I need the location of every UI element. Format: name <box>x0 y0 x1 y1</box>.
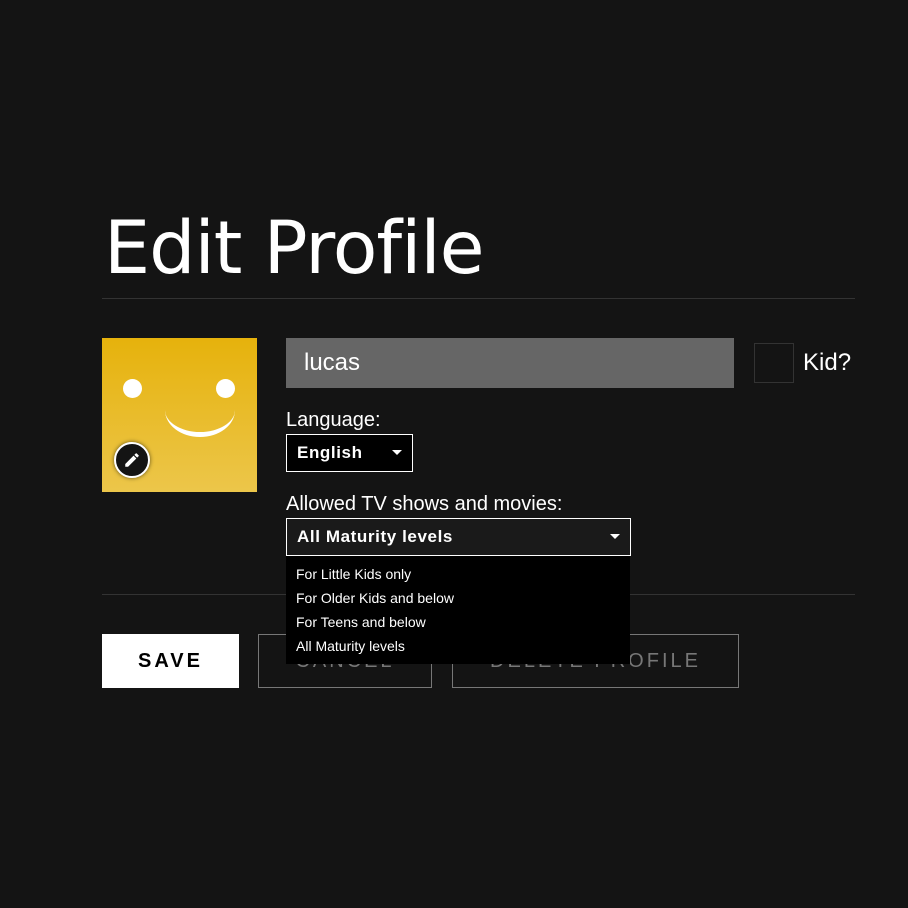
maturity-option[interactable]: For Older Kids and below <box>286 586 630 610</box>
edit-profile-page: Edit Profile Kid? Language: English Allo… <box>0 0 908 908</box>
kid-checkbox-label: Kid? <box>803 349 852 376</box>
save-button[interactable]: SAVE <box>102 634 239 688</box>
caret-down-icon <box>610 534 620 539</box>
language-label: Language: <box>286 409 381 431</box>
page-title: Edit Profile <box>104 206 485 291</box>
maturity-option[interactable]: All Maturity levels <box>286 634 630 658</box>
pencil-icon-graphic <box>125 453 139 467</box>
profile-avatar[interactable] <box>102 338 257 492</box>
maturity-option[interactable]: For Little Kids only <box>286 562 630 586</box>
caret-down-icon <box>392 450 402 455</box>
pencil-icon[interactable] <box>114 442 150 478</box>
maturity-dropdown-menu: For Little Kids only For Older Kids and … <box>286 556 630 664</box>
language-selected-value: English <box>297 443 363 462</box>
maturity-label: Allowed TV shows and movies: <box>286 493 563 515</box>
kid-checkbox[interactable] <box>754 343 794 383</box>
maturity-select[interactable]: All Maturity levels <box>286 518 631 556</box>
maturity-option[interactable]: For Teens and below <box>286 610 630 634</box>
maturity-selected-value: All Maturity levels <box>297 527 453 546</box>
top-divider <box>102 298 855 299</box>
language-select[interactable]: English <box>286 434 413 472</box>
avatar-right-eye <box>216 379 235 398</box>
avatar-smile <box>165 410 235 437</box>
avatar-left-eye <box>123 379 142 398</box>
profile-name-input[interactable] <box>286 338 734 388</box>
